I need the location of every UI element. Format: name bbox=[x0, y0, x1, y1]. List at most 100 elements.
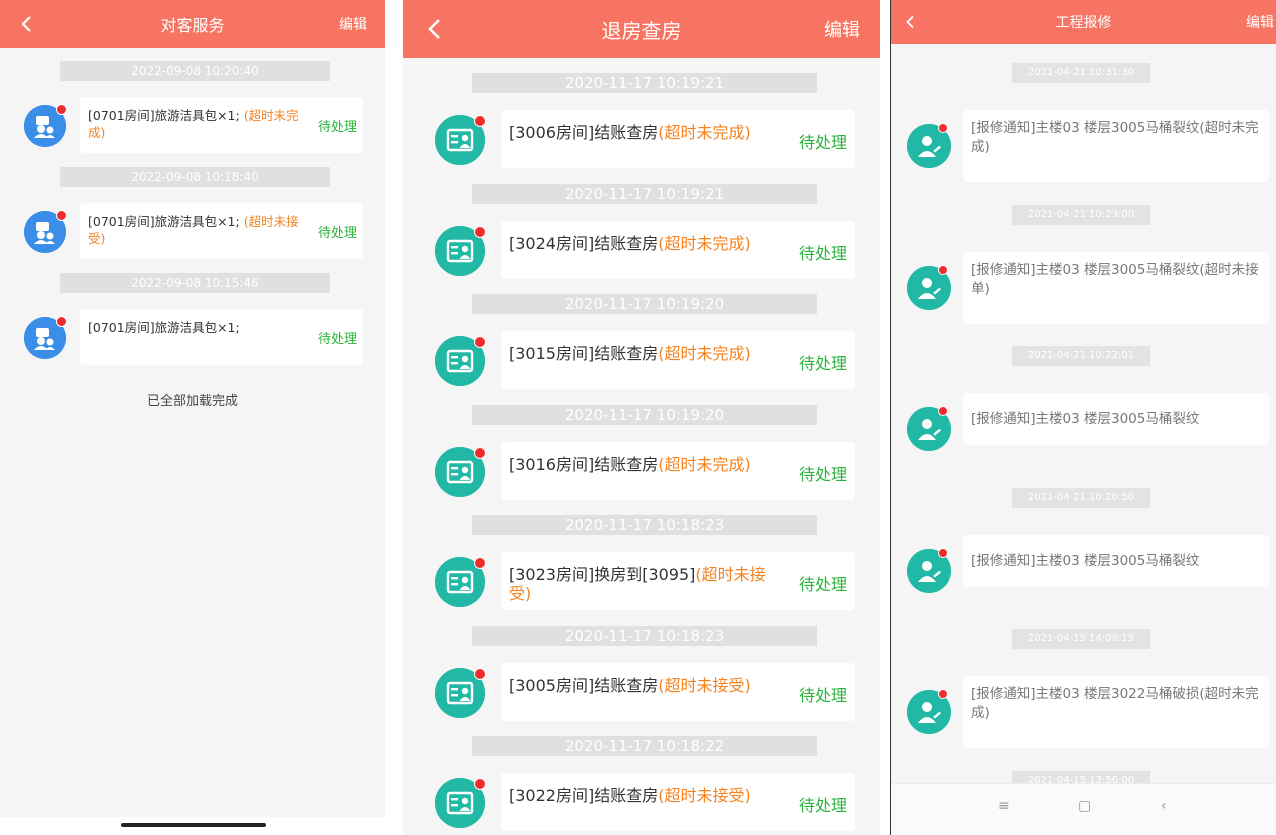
avatar bbox=[435, 336, 486, 386]
message-text: [报修通知]主楼03 楼层3005马桶裂纹(超时未完成) bbox=[971, 119, 1261, 157]
avatar bbox=[24, 316, 67, 359]
avatar bbox=[907, 264, 951, 310]
message-text: [0701房间]旅游洁具包×1; (超时未完成) bbox=[88, 107, 312, 141]
message-bubble[interactable]: [0701房间]旅游洁具包×1; (超时未完成) 待处理 bbox=[80, 97, 363, 153]
avatar bbox=[907, 547, 951, 593]
message-content: [0701房间]旅游洁具包×1; bbox=[88, 214, 244, 229]
status-badge[interactable]: 待处理 bbox=[799, 461, 847, 485]
message-text: [3006房间]结账查房(超时未完成) bbox=[509, 123, 779, 142]
message-text: [0701房间]旅游洁具包×1; bbox=[88, 319, 312, 336]
status-badge[interactable]: 待处理 bbox=[318, 116, 357, 135]
message-content: [报修通知]主楼03 楼层3005马桶裂纹 bbox=[971, 411, 1200, 427]
message-content: [3023房间]换房到[3095] bbox=[509, 565, 696, 584]
load-complete-text: 已全部加载完成 bbox=[146, 394, 238, 409]
overdue-label: (超时未接受) bbox=[658, 786, 751, 805]
message-bubble[interactable]: [报修通知]主楼03 楼层3005马桶裂纹 bbox=[963, 534, 1269, 587]
unread-dot bbox=[474, 446, 486, 459]
avatar bbox=[24, 104, 67, 147]
home-nav-button[interactable]: ▢ bbox=[1078, 798, 1091, 814]
message-timestamp: 2021-04-21 10:22:01 bbox=[1012, 346, 1150, 366]
repair-panel: 工程报修 编辑 2021-04-21 10:31:30 [报修通知]主楼03 楼层… bbox=[890, 0, 1276, 835]
status-badge[interactable]: 待处理 bbox=[799, 350, 847, 374]
avatar bbox=[907, 689, 951, 734]
message-content: [3022房间]结账查房 bbox=[509, 786, 659, 805]
unread-dot bbox=[474, 225, 486, 238]
status-badge[interactable]: 待处理 bbox=[799, 129, 847, 153]
message-content: [0701房间]旅游洁具包×1; bbox=[88, 108, 244, 123]
message-content: [3005房间]结账查房 bbox=[509, 675, 659, 695]
message-timestamp: 2021-04-21 10:20:50 bbox=[1012, 487, 1150, 508]
message-text: [0701房间]旅游洁具包×1; (超时未接受) bbox=[88, 213, 312, 247]
message-text: [报修通知]主楼03 楼层3005马桶裂纹(超时未接单) bbox=[971, 261, 1261, 299]
message-content: [报修通知]主楼03 楼层3005马桶裂纹 bbox=[971, 552, 1200, 569]
status-badge[interactable]: 待处理 bbox=[318, 328, 357, 347]
unread-dot bbox=[938, 547, 948, 558]
message-text: [3023房间]换房到[3095](超时未接受) bbox=[509, 565, 779, 603]
message-text: [报修通知]主楼03 楼层3005马桶裂纹 bbox=[971, 410, 1261, 429]
edit-button[interactable]: 编辑 bbox=[824, 0, 860, 58]
overdue-label: (超时未完成) bbox=[658, 233, 751, 253]
message-timestamp: 2020-11-17 10:18:23 bbox=[472, 625, 817, 646]
avatar bbox=[435, 225, 486, 276]
avatar bbox=[907, 123, 951, 168]
back-button[interactable] bbox=[905, 0, 915, 44]
message-bubble[interactable]: [报修通知]主楼03 楼层3022马桶破损(超时未完成) bbox=[963, 676, 1269, 748]
message-bubble[interactable]: [3016房间]结账查房(超时未完成) 待处理 bbox=[501, 441, 855, 500]
message-text: [报修通知]主楼03 楼层3022马桶破损(超时未完成) bbox=[971, 685, 1261, 723]
unread-dot bbox=[474, 778, 486, 790]
message-bubble[interactable]: [3023房间]换房到[3095](超时未接受) 待处理 bbox=[501, 552, 855, 610]
message-bubble[interactable]: [3006房间]结账查房(超时未完成) 待处理 bbox=[501, 110, 855, 168]
message-text: [3005房间]结账查房(超时未接受) bbox=[509, 676, 779, 695]
message-timestamp: 2021-04-21 10:31:30 bbox=[1012, 63, 1150, 83]
unread-dot bbox=[938, 123, 948, 133]
edit-button[interactable]: 编辑 bbox=[339, 0, 367, 48]
message-content: [3015房间]结账查房 bbox=[509, 344, 659, 363]
message-bubble[interactable]: [3024房间]结账查房(超时未完成) 待处理 bbox=[501, 220, 855, 279]
status-badge[interactable]: 待处理 bbox=[799, 792, 847, 816]
back-button[interactable] bbox=[427, 0, 441, 58]
message-timestamp: 2020-11-17 10:19:20 bbox=[472, 404, 817, 425]
message-text: [3024房间]结账查房(超时未完成) bbox=[509, 234, 779, 253]
unread-dot bbox=[474, 115, 486, 127]
message-bubble[interactable]: [3005房间]结账查房(超时未接受) 待处理 bbox=[501, 662, 855, 721]
avatar bbox=[435, 446, 486, 497]
unread-dot bbox=[474, 557, 486, 569]
message-content: [3024房间]结账查房 bbox=[509, 233, 659, 253]
message-text: [3015房间]结账查房(超时未完成) bbox=[509, 344, 779, 363]
message-bubble[interactable]: [报修通知]主楼03 楼层3005马桶裂纹(超时未接单) bbox=[963, 251, 1269, 324]
message-bubble[interactable]: [3022房间]结账查房(超时未接受) 待处理 bbox=[501, 773, 855, 831]
unread-dot bbox=[56, 104, 67, 115]
message-content: [报修通知]主楼03 楼层3005马桶裂纹(超时未完成) bbox=[971, 120, 1259, 155]
overdue-label: (超时未完成) bbox=[658, 123, 751, 142]
avatar bbox=[435, 778, 486, 828]
message-content: [3006房间]结账查房 bbox=[509, 123, 659, 142]
unread-dot bbox=[56, 210, 67, 221]
header-bar: 工程报修 编辑 bbox=[891, 0, 1276, 44]
message-bubble[interactable]: [报修通知]主楼03 楼层3005马桶裂纹(超时未完成) bbox=[963, 110, 1269, 182]
checkout-panel: 退房查房 编辑 2020-11-17 10:19:21 [3006房间]结账查房(… bbox=[403, 0, 880, 835]
status-badge[interactable]: 待处理 bbox=[799, 682, 847, 706]
chevron-left-icon bbox=[428, 19, 440, 39]
message-timestamp: 2020-11-17 10:19:20 bbox=[472, 294, 817, 314]
message-bubble[interactable]: [3015房间]结账查房(超时未完成) 待处理 bbox=[501, 331, 855, 389]
avatar bbox=[435, 115, 486, 165]
back-nav-button[interactable]: ‹ bbox=[1161, 798, 1167, 814]
status-badge[interactable]: 待处理 bbox=[799, 571, 847, 595]
unread-dot bbox=[474, 336, 486, 348]
message-content: [3016房间]结账查房 bbox=[509, 454, 659, 474]
status-badge[interactable]: 待处理 bbox=[318, 222, 357, 241]
message-bubble[interactable]: [报修通知]主楼03 楼层3005马桶裂纹 bbox=[963, 393, 1269, 445]
message-bubble[interactable]: [0701房间]旅游洁具包×1; 待处理 bbox=[80, 309, 363, 365]
status-badge[interactable]: 待处理 bbox=[799, 240, 847, 264]
message-bubble[interactable]: [0701房间]旅游洁具包×1; (超时未接受) 待处理 bbox=[80, 203, 363, 259]
back-button[interactable] bbox=[20, 0, 32, 48]
chevron-left-icon bbox=[21, 16, 31, 32]
edit-button[interactable]: 编辑 bbox=[1246, 0, 1274, 44]
system-nav-bar: ≡ ▢ ‹ bbox=[891, 783, 1276, 835]
page-title: 对客服务 bbox=[160, 16, 225, 35]
message-timestamp: 2022-09-08 10:15:46 bbox=[60, 273, 330, 293]
header-bar: 退房查房 编辑 bbox=[403, 0, 880, 58]
menu-nav-button[interactable]: ≡ bbox=[998, 798, 1010, 814]
message-timestamp: 2020-11-17 10:19:21 bbox=[472, 73, 817, 93]
message-text: [报修通知]主楼03 楼层3005马桶裂纹 bbox=[971, 552, 1261, 571]
